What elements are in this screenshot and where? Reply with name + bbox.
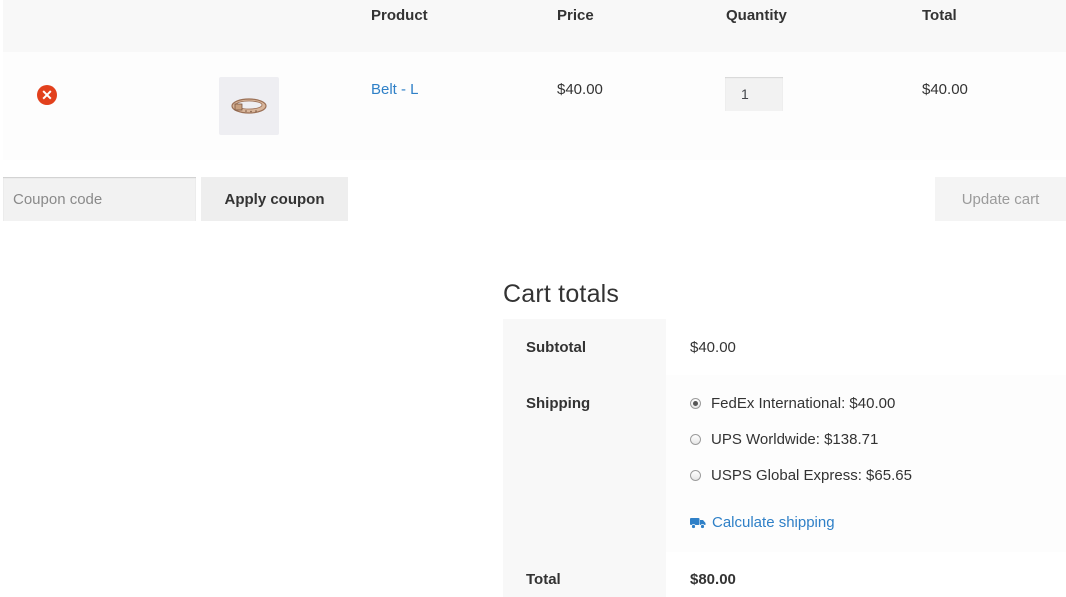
product-thumbnail[interactable] <box>219 77 279 135</box>
shipping-option-usps[interactable]: USPS Global Express: $65.65 <box>690 467 912 484</box>
cart-totals-table: Subtotal $40.00 Shipping FedEx Internati… <box>503 319 1066 597</box>
header-price: Price <box>557 7 594 24</box>
coupon-code-input[interactable] <box>3 177 196 221</box>
shipping-label: Shipping <box>526 395 591 412</box>
truck-icon <box>690 517 706 529</box>
shipping-option-ups[interactable]: UPS Worldwide: $138.71 <box>690 431 878 448</box>
item-price: $40.00 <box>557 81 603 98</box>
shipping-radio-fedex[interactable] <box>690 398 701 409</box>
subtotal-value: $40.00 <box>690 339 736 356</box>
shipping-radio-ups[interactable] <box>690 434 701 445</box>
product-name-link[interactable]: Belt - L <box>371 81 419 98</box>
item-total: $40.00 <box>922 81 968 98</box>
calculate-shipping-label: Calculate shipping <box>712 514 835 531</box>
cart-totals-title: Cart totals <box>503 280 620 308</box>
quantity-input[interactable] <box>725 77 783 111</box>
shipping-option-fedex[interactable]: FedEx International: $40.00 <box>690 395 895 412</box>
remove-icon: ✕ <box>41 87 53 103</box>
calculate-shipping-link[interactable]: Calculate shipping <box>690 514 835 531</box>
header-product: Product <box>371 7 428 24</box>
remove-item-button[interactable]: ✕ <box>37 85 57 105</box>
cart-table-header: Product Price Quantity Total <box>3 0 1066 52</box>
shipping-option-label: UPS Worldwide: $138.71 <box>711 431 879 448</box>
total-label: Total <box>526 571 561 588</box>
update-cart-button[interactable]: Update cart <box>935 177 1066 221</box>
shipping-radio-usps[interactable] <box>690 470 701 481</box>
shipping-option-label: USPS Global Express: $65.65 <box>711 467 912 484</box>
cart-item-row: ✕ Belt - L $40.00 $40.00 <box>3 52 1066 160</box>
total-value: $80.00 <box>690 571 736 588</box>
header-total: Total <box>922 7 957 24</box>
header-quantity: Quantity <box>726 7 787 24</box>
subtotal-label: Subtotal <box>526 339 586 356</box>
shipping-option-label: FedEx International: $40.00 <box>711 395 896 412</box>
cart-page: Product Price Quantity Total ✕ Belt - L <box>0 0 1066 597</box>
belt-thumbnail-icon <box>231 98 267 114</box>
apply-coupon-button[interactable]: Apply coupon <box>201 177 348 221</box>
cart-table: Product Price Quantity Total ✕ Belt - L <box>3 0 1066 160</box>
